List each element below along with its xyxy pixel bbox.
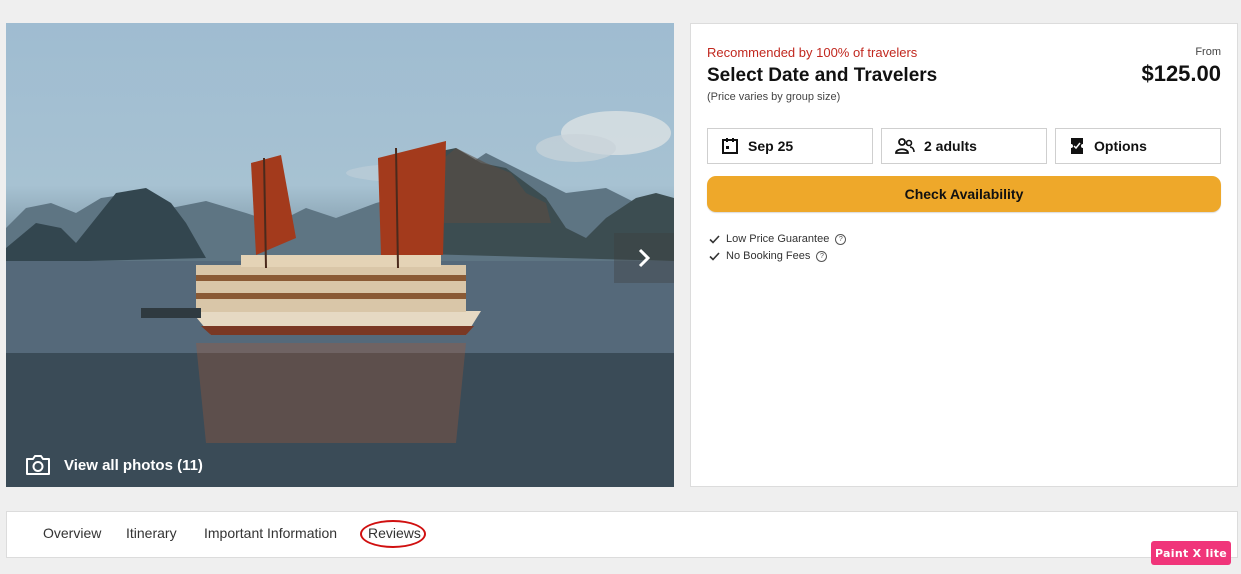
junk-boat-photo	[6, 111, 674, 487]
feature-low-price: Low Price Guarantee ?	[709, 233, 847, 245]
options-selector[interactable]: Options	[1055, 128, 1221, 164]
tab-itinerary[interactable]: Itinerary	[126, 525, 177, 541]
tab-reviews[interactable]: Reviews	[368, 525, 421, 541]
booking-panel: Recommended by 100% of travelers Select …	[690, 23, 1238, 487]
next-photo-button[interactable]	[614, 233, 674, 283]
ticket-icon	[1071, 138, 1083, 154]
recommendation-text: Recommended by 100% of travelers	[707, 45, 918, 60]
date-selector-label: Sep 25	[748, 138, 794, 154]
booking-subtitle: (Price varies by group size)	[707, 91, 841, 103]
feature-label: No Booking Fees	[726, 250, 811, 262]
booking-title: Select Date and Travelers	[707, 65, 938, 86]
checkmark-icon	[709, 234, 720, 244]
travelers-selector-label: 2 adults	[924, 138, 977, 154]
view-all-photos-label: View all photos (11)	[64, 456, 203, 474]
info-icon[interactable]: ?	[816, 250, 828, 262]
travelers-selector[interactable]: 2 adults	[881, 128, 1047, 164]
price-from-label: From	[1195, 46, 1221, 58]
calendar-icon	[722, 138, 738, 154]
info-icon[interactable]: ?	[835, 233, 847, 245]
tab-important-information[interactable]: Important Information	[204, 525, 337, 541]
chevron-right-icon	[638, 248, 651, 268]
app-watermark: Paint X lite	[1151, 541, 1231, 565]
camera-icon	[26, 455, 50, 475]
checkmark-icon	[709, 251, 720, 261]
section-tabs: Overview Itinerary Important Information…	[6, 511, 1238, 558]
tab-overview[interactable]: Overview	[43, 525, 101, 541]
date-selector[interactable]: Sep 25	[707, 128, 873, 164]
tour-photo[interactable]: View all photos (11)	[6, 23, 674, 487]
view-all-photos-button[interactable]: View all photos (11)	[24, 453, 203, 477]
check-availability-button[interactable]: Check Availability	[707, 176, 1221, 212]
travelers-icon	[895, 138, 915, 154]
options-selector-label: Options	[1094, 138, 1147, 154]
price-value: $125.00	[1141, 61, 1221, 86]
feature-no-fees: No Booking Fees ?	[709, 250, 828, 262]
feature-label: Low Price Guarantee	[726, 233, 830, 245]
